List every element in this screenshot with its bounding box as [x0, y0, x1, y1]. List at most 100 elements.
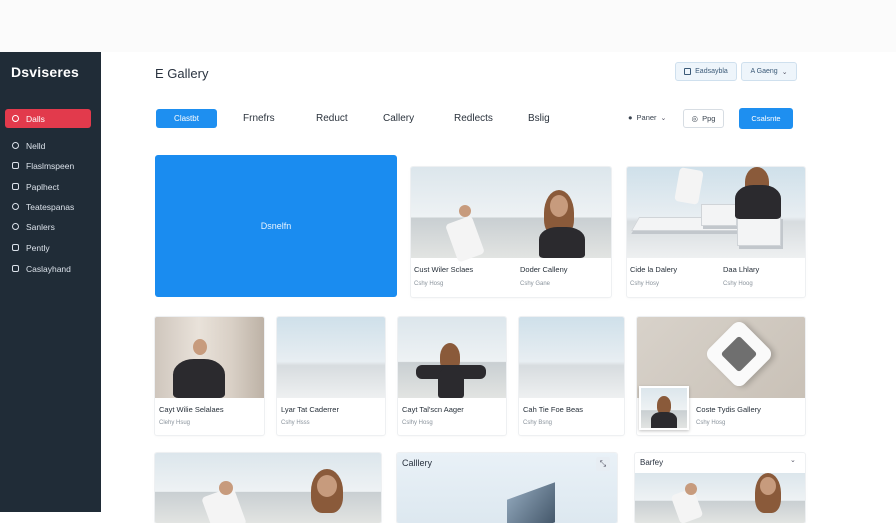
expand-icon[interactable]: ⤡ [596, 457, 610, 471]
circle-icon [12, 142, 19, 149]
person-body [539, 227, 585, 258]
card-subtitle: Cshy Hosg [414, 281, 444, 287]
sidebar-item-label: Caslayhand [26, 263, 71, 274]
gallery-photo [155, 453, 381, 523]
fabric-shape [445, 215, 485, 263]
home-icon [12, 115, 19, 122]
card-title: Daa Lhlary [723, 265, 760, 274]
folder-icon [12, 183, 19, 190]
tab-bar: Clastbt Frnefrs Reduct Callery Redlects … [145, 100, 811, 138]
sidebar-item-flaslmspeen[interactable]: Flaslmspeen [5, 156, 91, 175]
person-head [459, 205, 471, 217]
gallery-card[interactable]: Cide la Dalery Cshy Hosy Daa Lhlary Cshy… [627, 167, 805, 297]
hero-tile[interactable]: Dsnelfn [155, 155, 397, 297]
box-shape [737, 216, 781, 246]
gallery-card[interactable]: Cah Tie Foe Beas Cshy Bsng [519, 317, 624, 435]
gallery-panel[interactable]: Calllery ⤡ [397, 453, 617, 523]
card-subtitle: Cslhy Hosg [402, 420, 433, 426]
building-shape [507, 482, 555, 523]
gallery-photo [635, 473, 805, 523]
tab-primary-button[interactable]: Clastbt [156, 109, 217, 128]
gallery-panel[interactable]: Barfey ⌄ [635, 453, 805, 523]
person-head [193, 339, 207, 355]
gallery-photo [627, 167, 805, 258]
gallery-dropdown[interactable]: A Gaeng ⌄ [741, 62, 797, 81]
card-title: Lyar Tat Caderrer [281, 405, 339, 414]
person-head [760, 477, 776, 495]
gallery-card[interactable]: Lyar Tat Caderrer Cshy Hsss [277, 317, 385, 435]
fabric-shape [674, 167, 704, 205]
filter-dropdown[interactable]: ● Paner ⌄ [628, 113, 666, 122]
card-title: Cayt Tal'scn Aager [402, 405, 464, 414]
tab-reduct[interactable]: Reduct [316, 113, 348, 124]
person-body [651, 412, 677, 428]
pin-button[interactable]: ◎ Ppg [683, 109, 724, 128]
card-title: Coste Tydis Gallery [696, 405, 761, 414]
sidebar-item-label: Dalls [26, 113, 45, 124]
main-content: E Gallery Eadsaybla A Gaeng ⌄ Clastbt Fr… [145, 52, 811, 523]
person-head [550, 195, 568, 217]
sidebar-item-label: Paplhect [26, 181, 60, 192]
gallery-card[interactable]: Cayt Tal'scn Aager Cslhy Hosg [398, 317, 506, 435]
sidebar-item-label: Flaslmspeen [26, 160, 75, 171]
create-button[interactable]: Csalsnte [739, 108, 793, 129]
user-icon: ● [628, 113, 633, 122]
person-head [317, 475, 337, 497]
circle-icon [12, 203, 19, 210]
card-subtitle: Cshy Bsng [523, 420, 553, 426]
gallery-card[interactable]: Coste Tydis Gallery Cshy Hosg [637, 317, 805, 435]
device-screen [720, 335, 758, 373]
card-title: Cide la Dalery [630, 265, 678, 274]
card-title: Cust Wiler Sclaes [414, 265, 474, 274]
pin-icon: ◎ [691, 114, 699, 123]
sidebar-item-teatespanas[interactable]: Teatespanas [5, 197, 91, 216]
sidebar-item-caslayhand[interactable]: Caslayhand [5, 259, 91, 278]
sidebar-item-sanlers[interactable]: Sanlers [5, 217, 91, 236]
gallery-photo [519, 317, 624, 398]
panel-title: Calllery [402, 458, 433, 468]
document-icon [12, 244, 19, 251]
person-body [735, 185, 781, 219]
grid-icon [12, 162, 19, 169]
person-body [438, 367, 464, 398]
sidebar-item-label: Sanlers [26, 221, 55, 232]
person-body [173, 359, 225, 398]
card-subtitle: Cshy Hosg [696, 420, 726, 426]
chevron-down-icon: ⌄ [781, 68, 788, 76]
card-title: Cayt Wilie Selalaes [159, 405, 224, 414]
sidebar-item-label: Teatespanas [26, 201, 75, 212]
person-head [219, 481, 233, 495]
sidebar-item-label: Pently [26, 242, 50, 253]
inset-thumbnail[interactable] [639, 386, 689, 430]
card-title: Doder Calleny [520, 265, 568, 274]
device-object [703, 318, 775, 390]
gallery-photo [398, 317, 506, 398]
gallery-card[interactable] [155, 453, 381, 523]
person-head [685, 483, 697, 495]
chevron-down-icon: ⌄ [660, 114, 667, 122]
top-strip [0, 0, 896, 52]
tab-frnefrs[interactable]: Frnefrs [243, 113, 275, 124]
gallery-photo [277, 317, 385, 398]
panel-title: Barfey [640, 458, 664, 467]
sidebar-item-pently[interactable]: Pently [5, 238, 91, 257]
card-subtitle: Cshy Hoog [723, 281, 753, 287]
tab-bslig[interactable]: Bslig [528, 113, 550, 124]
chevron-down-icon[interactable]: ⌄ [790, 456, 796, 464]
gallery-photo [155, 317, 264, 398]
card-subtitle: Cshy Hsss [281, 420, 310, 426]
brand-logo: Dsviseres [11, 64, 79, 80]
sidebar-item-nelld[interactable]: Nelld [5, 136, 91, 155]
gallery-card[interactable]: Cust Wiler Sclaes Cshy Hosg Doder Callen… [411, 167, 611, 297]
card-subtitle: Cshy Gane [520, 281, 551, 287]
box-shape [701, 204, 737, 226]
card-title: Cah Tie Foe Beas [523, 405, 584, 414]
tab-callery[interactable]: Callery [383, 113, 414, 124]
card-subtitle: Clehy Hsug [159, 420, 191, 426]
dashboard-button[interactable]: Eadsaybla [675, 62, 737, 81]
sidebar-item-dalls[interactable]: Dalls [5, 109, 91, 128]
gallery-card[interactable]: Cayt Wilie Selalaes Clehy Hsug [155, 317, 264, 435]
sidebar-item-paplhect[interactable]: Paplhect [5, 177, 91, 196]
tab-redlects[interactable]: Redlects [454, 113, 493, 124]
gallery-photo [411, 167, 611, 263]
